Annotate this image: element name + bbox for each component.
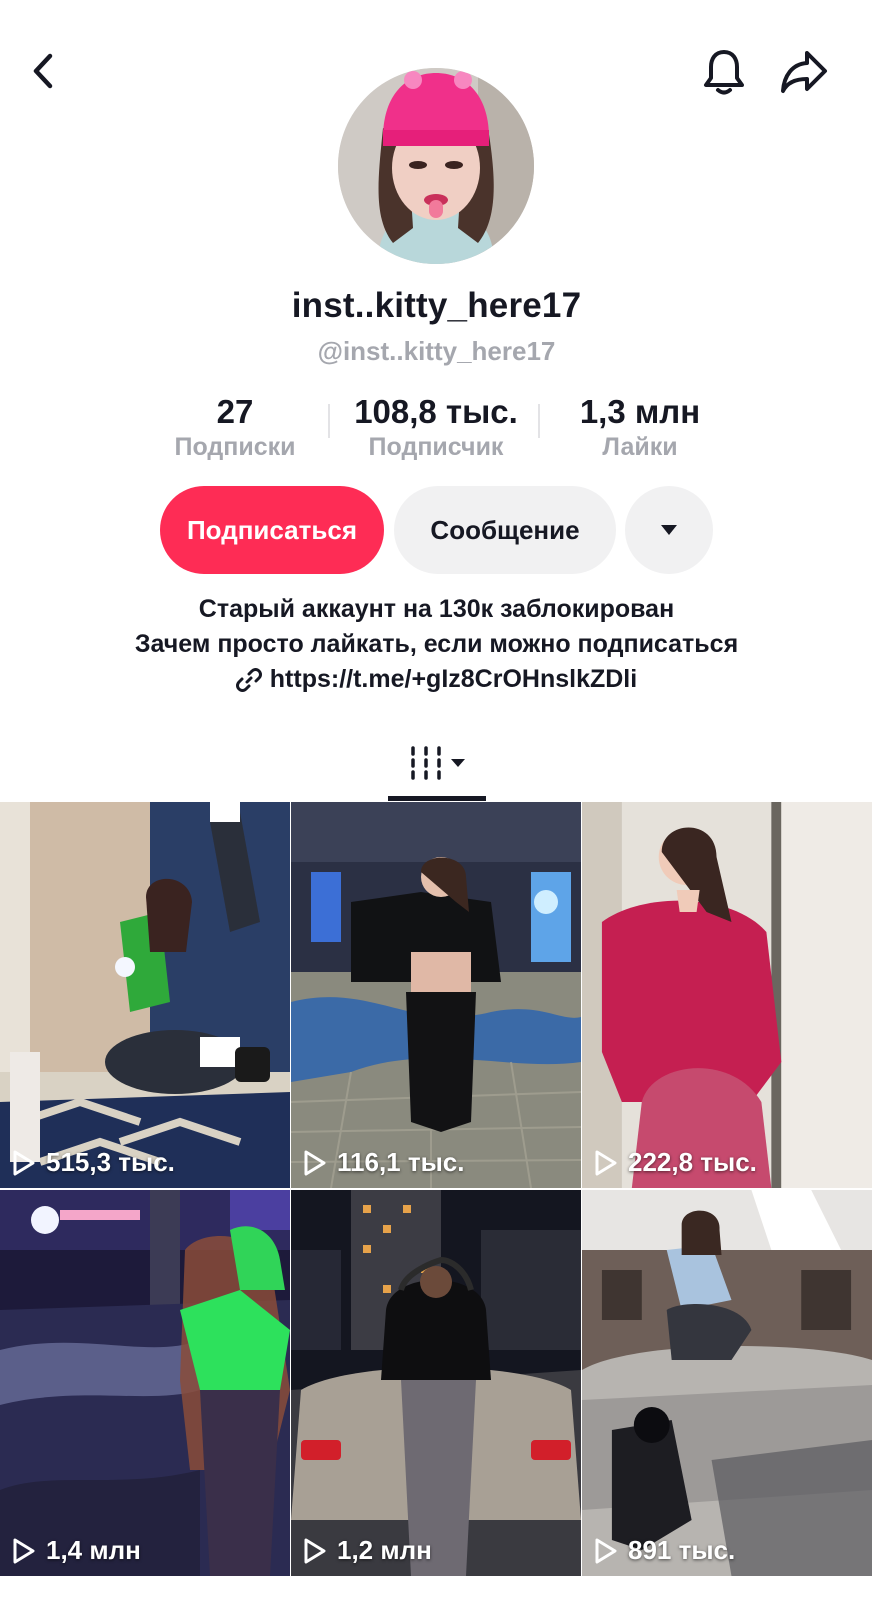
video-thumbnail-image xyxy=(582,802,872,1188)
profile-stats: 27 Подписки 108,8 тыс. Подписчик 1,3 млн… xyxy=(0,392,873,464)
video-thumbnail[interactable]: 1,4 млн xyxy=(0,1190,290,1576)
video-thumbnail[interactable]: 222,8 тыс. xyxy=(582,802,872,1188)
view-count: 1,4 млн xyxy=(12,1535,141,1566)
share-arrow-icon xyxy=(781,51,827,93)
view-count: 222,8 тыс. xyxy=(594,1147,757,1178)
caret-down-icon xyxy=(661,525,677,535)
back-button[interactable] xyxy=(18,46,68,96)
username-handle: @inst..kitty_here17 xyxy=(317,336,556,366)
notifications-button[interactable] xyxy=(698,44,750,100)
play-outline-icon xyxy=(304,1538,326,1563)
bio-line: Зачем просто лайкать, если можно подписа… xyxy=(134,630,739,658)
view-count-text: 891 тыс. xyxy=(628,1535,736,1565)
bio-link[interactable]: https://t.me/+gIz8CrOHnslkZDli xyxy=(0,662,873,697)
bio-line: Старый аккаунт на 130к заблокирован xyxy=(198,595,675,623)
message-button[interactable]: Сообщение xyxy=(394,486,616,574)
following-label: Подписки xyxy=(174,433,296,461)
followers-count: 108,8 тыс. xyxy=(354,393,518,430)
video-grid: 515,3 тыс. 116,1 тыс. 222,8 тыс. 1,4 млн… xyxy=(0,802,873,1584)
play-outline-icon xyxy=(13,1538,35,1563)
play-outline-icon xyxy=(304,1150,326,1175)
play-outline-icon xyxy=(595,1538,617,1563)
grid-icon xyxy=(411,746,441,780)
video-thumbnail[interactable]: 515,3 тыс. xyxy=(0,802,290,1188)
view-count: 116,1 тыс. xyxy=(303,1147,464,1178)
view-count-text: 1,2 млн xyxy=(337,1535,432,1565)
video-thumbnail[interactable]: 1,2 млн xyxy=(291,1190,581,1576)
followers-label: Подписчик xyxy=(368,433,504,461)
video-thumbnail[interactable]: 891 тыс. xyxy=(582,1190,872,1576)
display-name: inst..kitty_here17 xyxy=(291,286,582,325)
follow-button[interactable]: Подписаться xyxy=(160,486,384,574)
video-thumbnail-image xyxy=(0,1190,290,1576)
view-count-text: 1,4 млн xyxy=(46,1535,141,1565)
stat-divider xyxy=(538,404,540,438)
active-tab-indicator xyxy=(388,796,486,801)
chevron-left-icon xyxy=(33,53,53,89)
stat-divider xyxy=(328,404,330,438)
followers-stat[interactable]: 108,8 тыс. Подписчик xyxy=(336,392,536,462)
view-count: 515,3 тыс. xyxy=(12,1147,175,1178)
more-options-button[interactable] xyxy=(625,486,713,574)
avatar[interactable] xyxy=(338,68,534,264)
bell-icon xyxy=(704,50,744,95)
following-count: 27 xyxy=(216,393,254,430)
view-count: 891 тыс. xyxy=(594,1535,735,1566)
caret-down-icon xyxy=(451,759,465,767)
share-button[interactable] xyxy=(776,44,832,100)
likes-label: Лайки xyxy=(602,433,678,461)
likes-count: 1,3 млн xyxy=(579,393,701,430)
link-icon xyxy=(235,667,262,692)
content-tabs xyxy=(0,724,873,802)
video-thumbnail-image xyxy=(0,802,290,1188)
likes-stat[interactable]: 1,3 млн Лайки xyxy=(560,392,720,462)
video-thumbnail-image xyxy=(582,1190,872,1576)
play-outline-icon xyxy=(13,1150,35,1175)
video-thumbnail[interactable]: 116,1 тыс. xyxy=(291,802,581,1188)
profile-bio: Старый аккаунт на 130к заблокирован Заче… xyxy=(0,592,873,697)
avatar-image xyxy=(338,68,534,264)
following-stat[interactable]: 27 Подписки xyxy=(160,392,310,462)
video-thumbnail-image xyxy=(291,1190,581,1576)
bio-link-text: https://t.me/+gIz8CrOHnslkZDli xyxy=(269,665,638,693)
tab-videos[interactable] xyxy=(388,724,486,802)
video-thumbnail-image xyxy=(291,802,581,1188)
view-count-text: 222,8 тыс. xyxy=(628,1147,757,1177)
play-outline-icon xyxy=(595,1150,617,1175)
view-count-text: 515,3 тыс. xyxy=(46,1147,175,1177)
view-count: 1,2 млн xyxy=(303,1535,432,1566)
view-count-text: 116,1 тыс. xyxy=(337,1147,465,1177)
